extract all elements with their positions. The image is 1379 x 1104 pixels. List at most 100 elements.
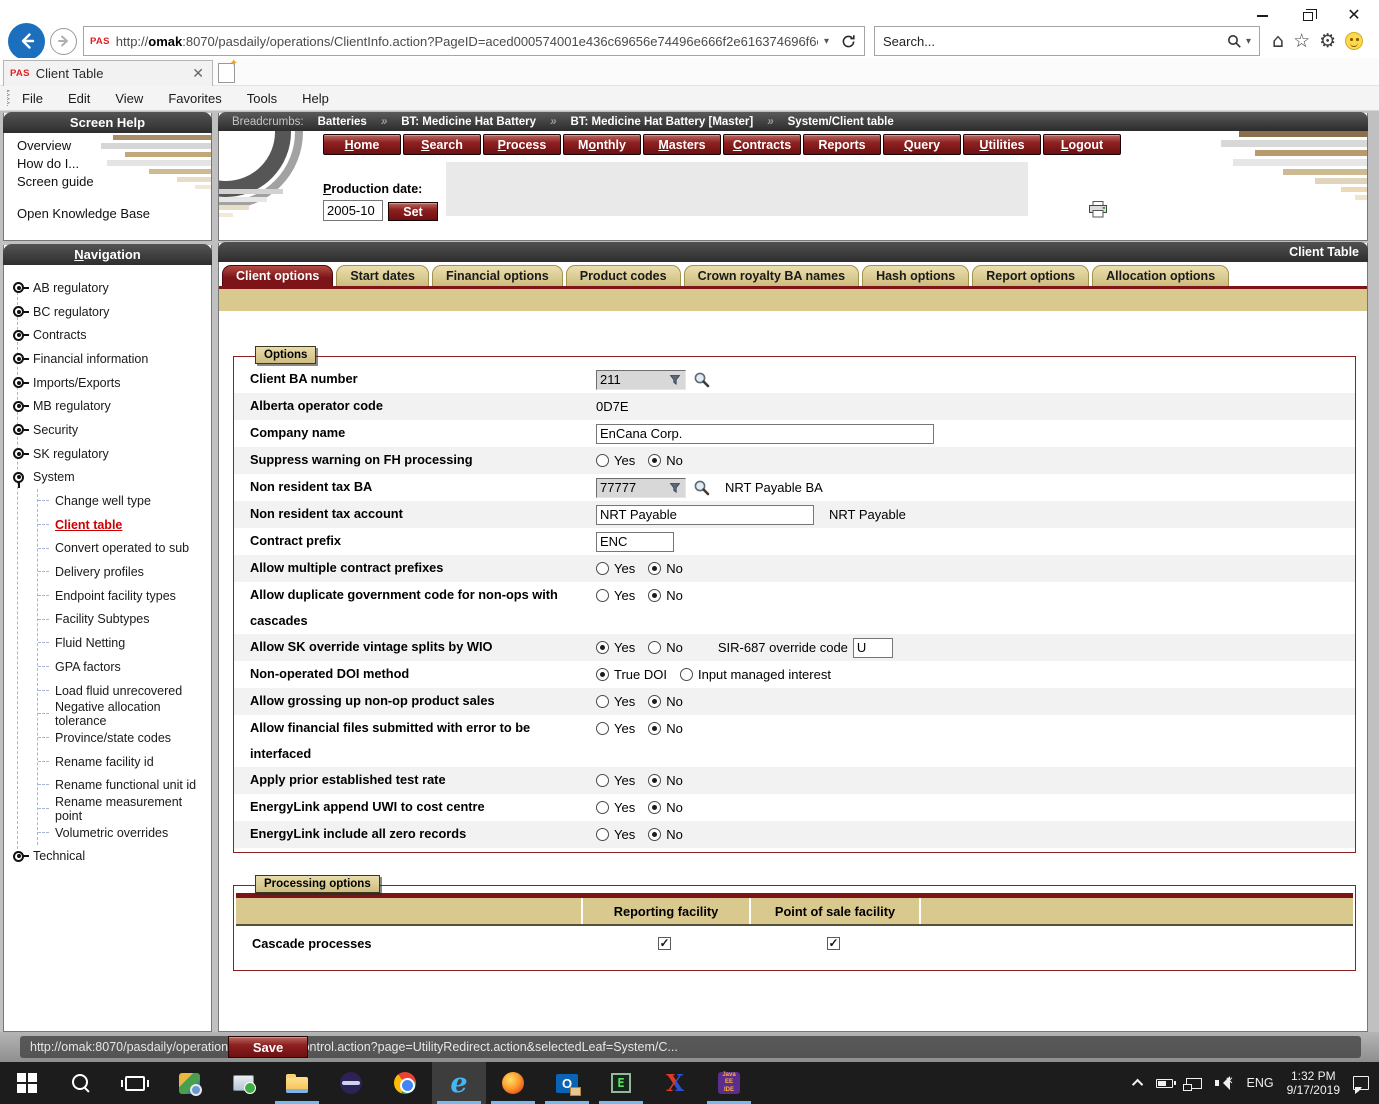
sidebar-item-load-fluid-unrecovered[interactable]: Load fluid unrecovered	[38, 679, 211, 703]
radio-option-yes[interactable]: Yes	[596, 721, 635, 736]
close-button[interactable]: ✕	[1331, 2, 1377, 30]
sidebar-item-rename-measurement-point[interactable]: Rename measurement point	[38, 797, 211, 821]
tree-label[interactable]: Delivery profiles	[55, 565, 144, 579]
taskbar-exceed-icon[interactable]: X	[648, 1062, 702, 1104]
sidebar-item-sk-regulatory[interactable]: SK regulatory	[13, 442, 211, 466]
sidebar-item-bc-regulatory[interactable]: BC regulatory	[13, 300, 211, 324]
help-link-open-knowledge-base[interactable]: Open Knowledge Base	[4, 204, 211, 222]
company-name-input[interactable]	[596, 424, 934, 444]
restore-button[interactable]	[1285, 2, 1331, 30]
sidebar-item-convert-operated-to-sub[interactable]: Convert operated to sub	[38, 537, 211, 561]
taskbar-file-explorer-icon[interactable]	[270, 1062, 324, 1104]
radio-option-input-managed-interest[interactable]: Input managed interest	[680, 667, 831, 682]
sidebar-item-contracts[interactable]: Contracts	[13, 323, 211, 347]
tray-chevron-up-icon[interactable]	[1131, 1079, 1142, 1090]
sidebar-item-ab-regulatory[interactable]: AB regulatory	[13, 276, 211, 300]
taskbar-internet-explorer-icon[interactable]: e	[432, 1062, 486, 1104]
menu-edit[interactable]: Edit	[68, 91, 90, 106]
radio-selected-icon[interactable]	[648, 801, 661, 814]
radio-selected-icon[interactable]	[596, 668, 609, 681]
tree-collapsed-icon[interactable]	[13, 401, 24, 412]
search-dropdown-icon[interactable]: ▾	[1246, 36, 1251, 47]
clock[interactable]: 1:32 PM 9/17/2019	[1287, 1069, 1340, 1097]
tree-label[interactable]: Facility Subtypes	[55, 612, 149, 626]
sidebar-item-province-state-codes[interactable]: Province/state codes	[38, 726, 211, 750]
tree-label[interactable]: Technical	[33, 849, 85, 863]
tree-label[interactable]: Volumetric overrides	[55, 826, 168, 840]
favorites-star-icon[interactable]: ☆	[1293, 32, 1310, 51]
tree-label[interactable]: System	[33, 470, 75, 484]
refresh-icon[interactable]	[835, 34, 862, 49]
tree-collapsed-icon[interactable]	[13, 424, 24, 435]
tree-collapsed-icon[interactable]	[13, 851, 24, 862]
tree-collapsed-icon[interactable]	[13, 330, 24, 341]
tab-allocation-options[interactable]: Allocation options	[1092, 265, 1229, 286]
radio-unselected-icon[interactable]	[596, 589, 609, 602]
save-button[interactable]: Save	[228, 1036, 308, 1058]
menu-favorites[interactable]: Favorites	[168, 91, 221, 106]
tab-start-dates[interactable]: Start dates	[336, 265, 429, 286]
radio-option-no[interactable]: No	[648, 827, 683, 842]
non-resident-tax-ba-input[interactable]: 77777	[596, 478, 686, 498]
sidebar-item-gpa-factors[interactable]: GPA factors	[38, 655, 211, 679]
non-resident-tax-account-input[interactable]	[596, 505, 814, 525]
lookup-magnifier-icon[interactable]	[693, 479, 710, 496]
nav-button-utilities[interactable]: Utilities	[963, 134, 1041, 155]
nav-button-masters[interactable]: Masters	[643, 134, 721, 155]
tree-label[interactable]: Convert operated to sub	[55, 541, 189, 555]
menu-file[interactable]: File	[22, 91, 43, 106]
nav-button-contracts[interactable]: Contracts	[723, 134, 801, 155]
taskbar-eclipse-icon[interactable]	[324, 1062, 378, 1104]
tree-collapsed-icon[interactable]	[13, 306, 24, 317]
tab-report-options[interactable]: Report options	[972, 265, 1089, 286]
tree-label[interactable]: Client table	[55, 518, 122, 532]
radio-option-no[interactable]: No	[648, 561, 683, 576]
radio-option-no[interactable]: No	[648, 773, 683, 788]
sidebar-item-imports-exports[interactable]: Imports/Exports	[13, 371, 211, 395]
language-indicator[interactable]: ENG	[1247, 1076, 1274, 1090]
breadcrumb-item-batteries[interactable]: Batteries	[318, 116, 367, 128]
radio-unselected-icon[interactable]	[596, 828, 609, 841]
nav-button-process[interactable]: Process	[483, 134, 561, 155]
sidebar-item-volumetric-overrides[interactable]: Volumetric overrides	[38, 821, 211, 845]
tree-collapsed-icon[interactable]	[13, 448, 24, 459]
breadcrumb-item-bt-medicine-hat-battery-master[interactable]: BT: Medicine Hat Battery [Master]	[570, 116, 753, 128]
radio-selected-icon[interactable]	[596, 641, 609, 654]
tree-label[interactable]: Load fluid unrecovered	[55, 684, 182, 698]
radio-option-yes[interactable]: Yes	[596, 773, 635, 788]
new-tab-button[interactable]	[218, 63, 235, 83]
radio-option-yes[interactable]: Yes	[596, 588, 635, 603]
radio-option-true-doi[interactable]: True DOI	[596, 667, 667, 682]
search-box[interactable]: ▾	[874, 26, 1260, 56]
tree-label[interactable]: Rename functional unit id	[55, 778, 196, 792]
radio-option-yes[interactable]: Yes	[596, 640, 635, 655]
taskbar-outlook-icon[interactable]: O	[540, 1062, 594, 1104]
sidebar-item-negative-allocation-tolerance[interactable]: Negative allocation tolerance	[38, 702, 211, 726]
radio-unselected-icon[interactable]	[596, 801, 609, 814]
radio-unselected-icon[interactable]	[596, 695, 609, 708]
nav-button-monthly[interactable]: Monthly	[563, 134, 641, 155]
tab-close-icon[interactable]: ✕	[190, 65, 206, 82]
sidebar-item-fluid-netting[interactable]: Fluid Netting	[38, 631, 211, 655]
tree-label[interactable]: Fluid Netting	[55, 636, 125, 650]
production-date-input[interactable]	[323, 200, 383, 221]
action-center-icon[interactable]	[1353, 1076, 1369, 1090]
radio-option-no[interactable]: No	[648, 453, 683, 468]
radio-option-yes[interactable]: Yes	[596, 827, 635, 842]
client-ba-number-input[interactable]: 211	[596, 370, 686, 390]
tree-label[interactable]: MB regulatory	[33, 399, 111, 413]
network-icon[interactable]	[1186, 1078, 1202, 1089]
radio-option-no[interactable]: No	[648, 640, 683, 655]
help-link-how-do-i[interactable]: How do I...	[4, 154, 211, 172]
lookup-magnifier-icon[interactable]	[693, 371, 710, 388]
radio-option-no[interactable]: No	[648, 588, 683, 603]
taskbar-task-view-icon[interactable]	[108, 1062, 162, 1104]
minimize-button[interactable]	[1239, 2, 1285, 30]
home-icon[interactable]: ⌂	[1272, 32, 1284, 51]
radio-selected-icon[interactable]	[648, 828, 661, 841]
menu-view[interactable]: View	[115, 91, 143, 106]
radio-unselected-icon[interactable]	[596, 562, 609, 575]
radio-option-yes[interactable]: Yes	[596, 453, 635, 468]
tab-client-options[interactable]: Client options	[222, 265, 333, 286]
sidebar-item-technical[interactable]: Technical	[13, 845, 211, 869]
